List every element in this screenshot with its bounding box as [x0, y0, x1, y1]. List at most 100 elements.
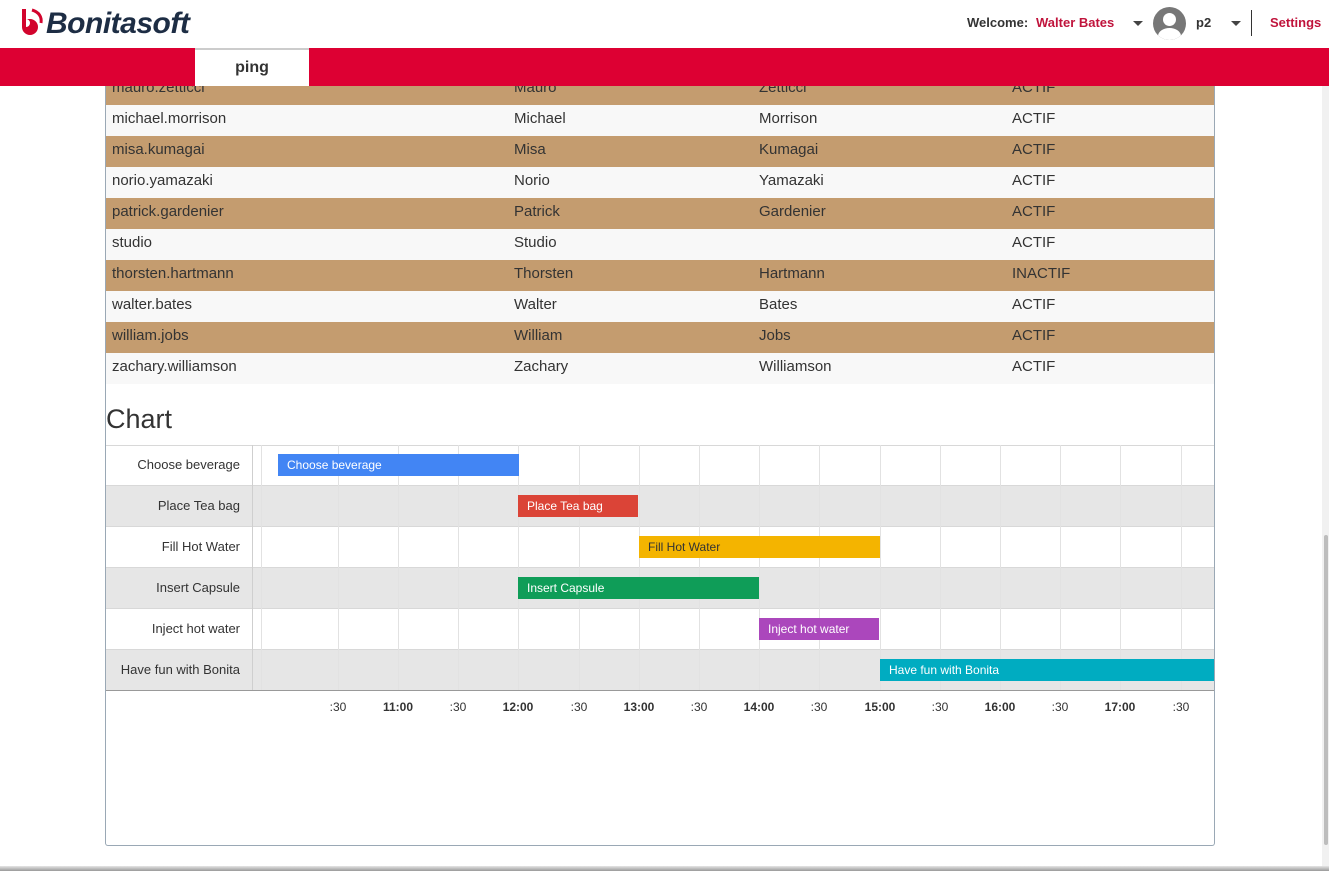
- x-tick-label: :30: [931, 700, 949, 714]
- gridline: [398, 445, 399, 691]
- profile-menu-caret-icon[interactable]: [1231, 21, 1241, 26]
- gridline: [518, 445, 519, 691]
- cell-firstname: William: [514, 327, 563, 344]
- gridline: [819, 445, 820, 691]
- table-row[interactable]: thorsten.hartmann Thorsten Hartmann INACTIF: [106, 260, 1214, 291]
- cell-username: walter.bates: [112, 296, 193, 313]
- cell-firstname: Patrick: [514, 203, 560, 220]
- timeline-bar[interactable]: Inject hot water: [759, 618, 879, 640]
- x-tick-label: 12:00: [502, 700, 534, 714]
- chart-row: Choose beverage: [106, 445, 1214, 486]
- gridline: [261, 445, 262, 691]
- page-content: mauro.zetticci Mauro Zetticci ACTIF michael.…: [105, 86, 1215, 846]
- cell-username: william.jobs: [112, 327, 189, 344]
- chart-row-label: Choose beverage: [137, 457, 240, 472]
- x-tick-label: 14:00: [743, 700, 775, 714]
- x-tick-label: 11:00: [382, 700, 414, 714]
- welcome-label: Welcome:: [967, 15, 1029, 30]
- user-name-link[interactable]: Walter Bates: [1036, 15, 1114, 30]
- cell-lastname: Hartmann: [759, 265, 825, 282]
- avatar-icon[interactable]: [1153, 7, 1186, 40]
- cell-status: ACTIF: [1012, 172, 1056, 189]
- x-tick-label: :30: [570, 700, 588, 714]
- x-tick-label: :30: [1051, 700, 1069, 714]
- cell-username: patrick.gardenier: [112, 203, 224, 220]
- cell-lastname: Williamson: [759, 358, 832, 375]
- gridline: [579, 445, 580, 691]
- cell-firstname: Mauro: [514, 86, 557, 96]
- gridline: [880, 445, 881, 691]
- cell-status: ACTIF: [1012, 203, 1056, 220]
- profile-name[interactable]: p2: [1196, 15, 1211, 30]
- table-row[interactable]: walter.bates Walter Bates ACTIF: [106, 291, 1214, 322]
- gridline: [639, 445, 640, 691]
- cell-firstname: Thorsten: [514, 265, 574, 282]
- table-row[interactable]: studio Studio ACTIF: [106, 229, 1214, 260]
- gridline: [458, 445, 459, 691]
- cell-status: ACTIF: [1012, 110, 1056, 127]
- chart-row-label: Have fun with Bonita: [120, 662, 240, 677]
- x-axis-line: [106, 690, 1214, 691]
- brand-name: Bonitasoft: [46, 7, 190, 40]
- table-row[interactable]: michael.morrison Michael Morrison ACTIF: [106, 105, 1214, 136]
- cell-firstname: Michael: [514, 110, 566, 127]
- chart-left-axis: [252, 445, 253, 691]
- cell-username: michael.morrison: [112, 110, 227, 127]
- chart-title: Chart: [106, 404, 173, 434]
- cell-firstname: Misa: [514, 141, 546, 158]
- cell-status: ACTIF: [1012, 296, 1056, 313]
- gridline: [1060, 445, 1061, 691]
- x-tick-label: 16:00: [984, 700, 1016, 714]
- cell-firstname: Studio: [514, 234, 557, 251]
- user-menu-caret-icon[interactable]: [1133, 21, 1143, 26]
- tab-ping[interactable]: ping: [195, 48, 309, 86]
- bonitasoft-logo[interactable]: Bonitasoft: [14, 6, 190, 42]
- timeline-chart: Choose beverage Place Tea bag Fill Hot Wat…: [106, 445, 1214, 745]
- cell-status: ACTIF: [1012, 358, 1056, 375]
- timeline-bar[interactable]: Fill Hot Water: [639, 536, 880, 558]
- cell-username: thorsten.hartmann: [112, 265, 234, 282]
- cell-firstname: Walter: [514, 296, 557, 313]
- x-tick-label: :30: [329, 700, 347, 714]
- table-row[interactable]: norio.yamazaki Norio Yamazaki ACTIF: [106, 167, 1214, 198]
- scrollbar-thumb[interactable]: [1324, 535, 1328, 845]
- gridline: [338, 445, 339, 691]
- gridline: [759, 445, 760, 691]
- table-row[interactable]: patrick.gardenier Patrick Gardenier ACTIF: [106, 198, 1214, 229]
- cell-lastname: Zetticci: [759, 86, 807, 96]
- chart-row: Place Tea bag: [106, 486, 1214, 527]
- timeline-bar[interactable]: Place Tea bag: [518, 495, 638, 517]
- cell-username: studio: [112, 234, 153, 251]
- chart-row: Inject hot water: [106, 609, 1214, 650]
- timeline-bar[interactable]: Choose beverage: [278, 454, 519, 476]
- chart-row-label: Fill Hot Water: [161, 539, 240, 554]
- table-row[interactable]: zachary.williamson Zachary Williamson ACTIF: [106, 353, 1214, 384]
- timeline-bar[interactable]: Insert Capsule: [518, 577, 759, 599]
- cell-lastname: Morrison: [759, 110, 818, 127]
- bonita-logo-icon: [22, 8, 43, 35]
- x-tick-label: 17:00: [1104, 700, 1136, 714]
- table-row[interactable]: william.jobs William Jobs ACTIF: [106, 322, 1214, 353]
- window-bottom-edge: [0, 866, 1329, 871]
- cell-status: ACTIF: [1012, 141, 1056, 158]
- x-tick-label: :30: [1172, 700, 1190, 714]
- gridline: [1000, 445, 1001, 691]
- chart-row-label: Insert Capsule: [156, 580, 240, 595]
- x-tick-label: 15:00: [864, 700, 896, 714]
- cell-username: norio.yamazaki: [112, 172, 213, 189]
- users-table: mauro.zetticci Mauro Zetticci ACTIF michael.…: [106, 86, 1214, 384]
- chart-row-label: Inject hot water: [151, 621, 240, 636]
- table-row[interactable]: mauro.zetticci Mauro Zetticci ACTIF: [106, 86, 1214, 105]
- cell-lastname: Yamazaki: [759, 172, 824, 189]
- timeline-bar[interactable]: Have fun with Bonita: [880, 659, 1214, 681]
- cell-status: ACTIF: [1012, 234, 1056, 251]
- header-divider: [1251, 10, 1252, 36]
- cell-username: misa.kumagai: [112, 141, 205, 158]
- top-header: Bonitasoft Welcome: Walter Bates p2 Sett…: [0, 0, 1329, 48]
- cell-lastname: Jobs: [759, 327, 791, 344]
- gridline: [1120, 445, 1121, 691]
- cell-status: INACTIF: [1012, 265, 1071, 282]
- settings-link[interactable]: Settings: [1270, 15, 1321, 30]
- gridline: [699, 445, 700, 691]
- table-row[interactable]: misa.kumagai Misa Kumagai ACTIF: [106, 136, 1214, 167]
